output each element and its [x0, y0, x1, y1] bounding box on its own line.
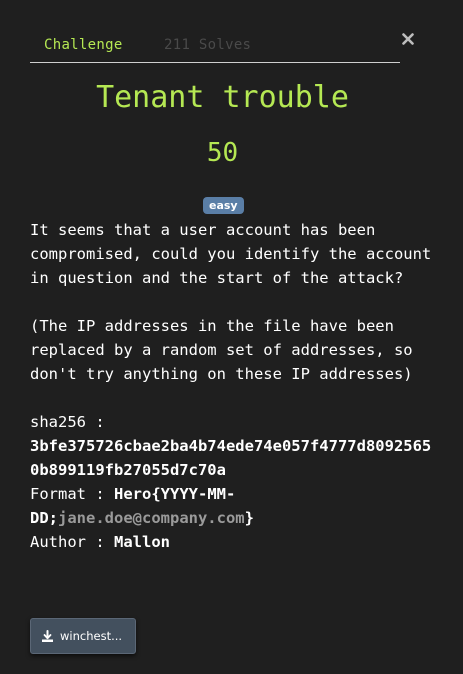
description-paragraph: It seems that a user account has been co… [30, 221, 432, 287]
challenge-tabs: Challenge 211 Solves [30, 30, 400, 63]
difficulty-badge: easy [203, 197, 244, 214]
description-note: (The IP addresses in the file have been … [30, 317, 413, 383]
close-button[interactable] [400, 30, 416, 48]
tab-challenge[interactable]: Challenge [44, 37, 123, 53]
sha-value: 3bfe375726cbae2ba4b74ede74e057f4777d8092… [30, 437, 432, 479]
challenge-description: It seems that a user account has been co… [30, 218, 435, 554]
download-icon [40, 629, 54, 643]
download-file-label: winchest... [60, 629, 123, 643]
download-file-button[interactable]: winchest... [30, 618, 136, 654]
challenge-title: Tenant trouble [96, 80, 349, 115]
format-label: Format : [30, 485, 114, 503]
author-name: Mallon [114, 533, 170, 551]
challenge-value: 50 [206, 138, 239, 168]
format-email: jane.doe@company.com [58, 509, 245, 527]
close-icon [402, 33, 414, 45]
format-suffix: } [244, 509, 254, 527]
challenge-modal: Challenge 211 Solves Tenant trouble 50 e… [0, 0, 463, 674]
author-line: Author : Mallon [30, 530, 435, 554]
sha-label: sha256 : [30, 413, 105, 431]
author-label: Author : [30, 533, 114, 551]
tab-solves[interactable]: 211 Solves [164, 37, 251, 53]
format-line: Format : Hero{YYYY-MM-DD;jane.doe@compan… [30, 482, 435, 530]
